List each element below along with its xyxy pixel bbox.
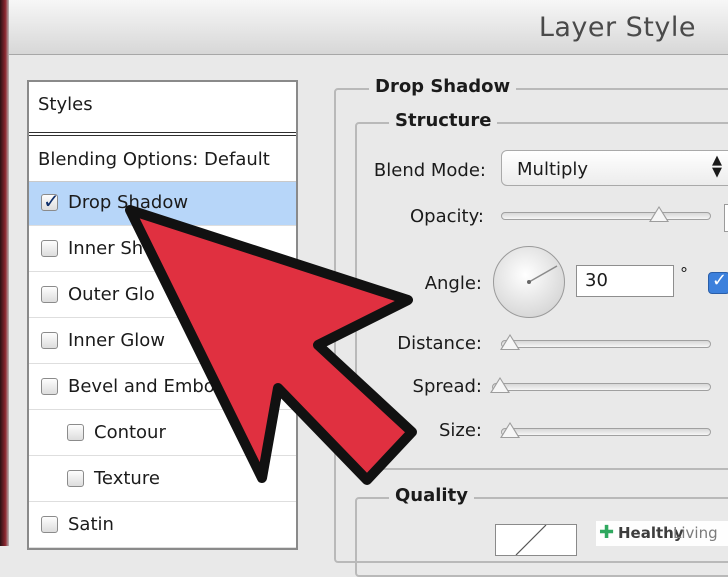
pointer-arrow-overlay	[125, 205, 417, 485]
red-arrow-icon	[125, 205, 417, 485]
